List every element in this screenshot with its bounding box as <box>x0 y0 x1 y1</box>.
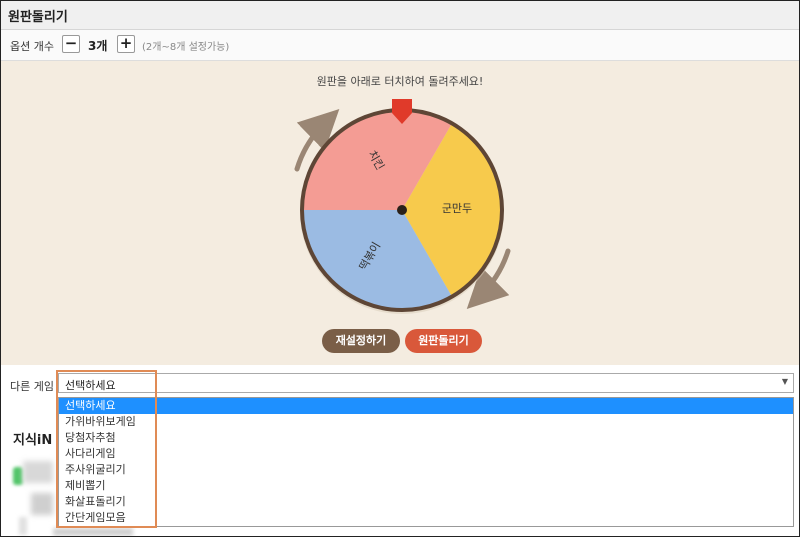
game-select[interactable]: 선택하세요 ▼ <box>58 373 794 393</box>
plus-icon: + <box>119 34 133 52</box>
spin-button[interactable]: 원판돌리기 <box>405 329 482 353</box>
option-count-label: 옵션 개수 <box>10 40 54 53</box>
dropdown-option[interactable]: 주사위굴리기 <box>59 462 793 478</box>
chevron-down-icon: ▼ <box>781 377 788 386</box>
increase-button[interactable]: + <box>117 35 135 53</box>
blurred-thumbnail <box>13 467 23 485</box>
dropdown-option[interactable]: 사다리게임 <box>59 446 793 462</box>
blurred-thumbnail <box>23 461 53 483</box>
wheel-hub <box>397 205 407 215</box>
title-bar: 원판돌리기 <box>1 1 799 30</box>
dropdown-option[interactable]: 선택하세요 <box>59 398 793 414</box>
game-dropdown-list: 선택하세요 가위바위보게임 당첨자추첨 사다리게임 주사위굴리기 제비뽑기 화살… <box>58 397 794 527</box>
dropdown-option[interactable]: 화살표돌리기 <box>59 494 793 510</box>
other-game-label: 다른 게임 <box>10 380 54 393</box>
dropdown-option[interactable]: 가위바위보게임 <box>59 414 793 430</box>
decrease-button[interactable]: − <box>62 35 80 53</box>
game-select-value: 선택하세요 <box>65 379 116 392</box>
option-bar: 옵션 개수 − 3개 + (2개~8개 설정가능) <box>1 30 799 61</box>
blurred-text <box>53 528 133 536</box>
option-range-hint: (2개~8개 설정가능) <box>142 42 230 53</box>
blurred-thumbnail <box>19 517 27 535</box>
roulette-wheel[interactable]: 치킨 군만두 떡볶이 <box>1 61 799 365</box>
reset-button[interactable]: 재설정하기 <box>322 329 400 353</box>
minus-icon: − <box>64 34 78 52</box>
app-window: 원판돌리기 옵션 개수 − 3개 + (2개~8개 설정가능) 원판을 아래로 … <box>0 0 800 537</box>
section-heading: 지식iN <box>13 433 53 448</box>
blurred-thumbnail <box>31 493 53 515</box>
dropdown-option[interactable]: 간단게임모음 <box>59 510 793 526</box>
segment-label: 군만두 <box>442 202 472 215</box>
wheel-stage: 원판을 아래로 터치하여 돌려주세요! 치킨 군만두 떡볶이 재설정하기 원판돌… <box>1 61 799 365</box>
dropdown-option[interactable]: 당첨자추첨 <box>59 430 793 446</box>
page-title: 원판돌리기 <box>8 10 68 25</box>
dropdown-option[interactable]: 제비뽑기 <box>59 478 793 494</box>
option-count-value: 3개 <box>88 39 108 53</box>
